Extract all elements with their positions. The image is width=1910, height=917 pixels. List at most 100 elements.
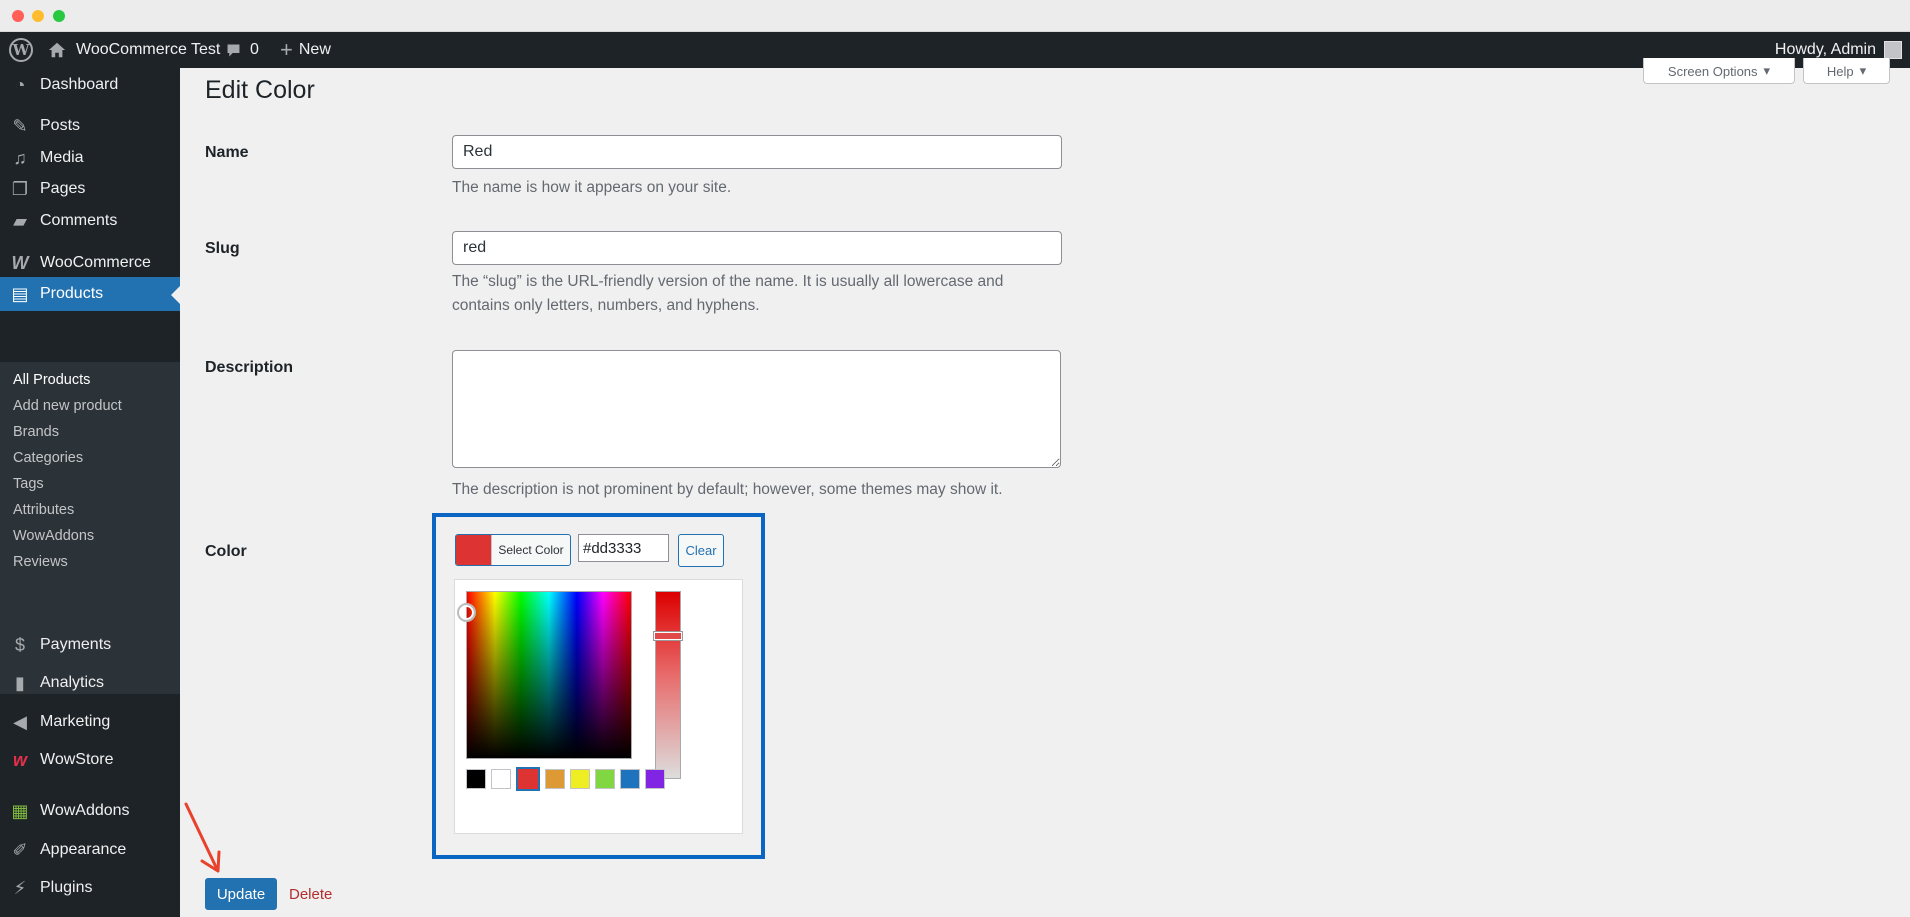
submenu-categories[interactable]: Categories xyxy=(13,450,83,466)
sidebar-item-appearance[interactable]: ✐ Appearance xyxy=(0,833,180,867)
sidebar-item-payments[interactable]: $ Payments xyxy=(0,628,180,662)
payments-icon: $ xyxy=(14,634,25,655)
sidebar-item-label: Appearance xyxy=(40,841,127,858)
color-strip-handle[interactable] xyxy=(653,631,683,641)
description-help-text: The description is not prominent by defa… xyxy=(452,481,1003,498)
pushpin-icon: ✎ xyxy=(12,115,28,136)
sidebar-item-label: WooCommerce xyxy=(40,254,151,271)
site-name-label: WooCommerce Test xyxy=(76,41,221,58)
close-window-button[interactable] xyxy=(12,10,24,22)
minimize-window-button[interactable] xyxy=(32,10,44,22)
screen-options-button[interactable]: Screen Options ▾ xyxy=(1643,58,1795,84)
marketing-icon: ◀ xyxy=(13,711,27,732)
appearance-icon: ✐ xyxy=(12,839,28,860)
chevron-down-icon: ▾ xyxy=(1859,63,1867,78)
sidebar-item-pages[interactable]: ❐ Pages xyxy=(0,172,180,206)
color-square-handle[interactable] xyxy=(457,603,476,622)
sidebar-item-label: Payments xyxy=(40,636,112,653)
delete-link[interactable]: Delete xyxy=(289,886,332,903)
sidebar-item-label: Dashboard xyxy=(40,76,119,93)
palette-swatch[interactable] xyxy=(595,769,615,789)
new-content-link[interactable]: + New xyxy=(280,32,331,68)
sidebar-item-dashboard[interactable]: ◔ Dashboard xyxy=(0,68,180,102)
select-color-label: Select Color xyxy=(498,543,564,557)
sidebar-item-plugins[interactable]: ⚡ Plugins xyxy=(0,871,180,905)
submenu-add-new-product[interactable]: Add new product xyxy=(13,398,122,414)
clear-color-button[interactable]: Clear xyxy=(678,534,724,567)
palette-swatch[interactable] xyxy=(491,769,511,789)
color-palette xyxy=(466,767,665,791)
sidebar-item-media[interactable]: ♫ Media xyxy=(0,141,180,175)
maximize-window-button[interactable] xyxy=(53,10,65,22)
palette-swatch[interactable] xyxy=(620,769,640,789)
screen-options-label: Screen Options xyxy=(1667,64,1758,79)
palette-swatch[interactable] xyxy=(545,769,565,789)
help-button[interactable]: Help ▾ xyxy=(1803,58,1890,84)
submenu-tags[interactable]: Tags xyxy=(13,476,44,492)
sidebar-item-posts[interactable]: ✎ Posts xyxy=(0,109,180,143)
color-strip[interactable] xyxy=(653,591,683,779)
submenu-wowaddons[interactable]: WowAddons xyxy=(13,528,94,544)
comments-link[interactable]: 0 xyxy=(225,32,259,68)
avatar xyxy=(1884,41,1902,59)
select-color-button[interactable]: Select Color xyxy=(455,534,571,566)
description-textarea[interactable] xyxy=(452,350,1061,468)
slug-input[interactable] xyxy=(452,231,1062,265)
submenu-brands[interactable]: Brands xyxy=(13,424,59,440)
sidebar-item-woocommerce[interactable]: W WooCommerce xyxy=(0,246,180,280)
sidebar-item-label: Marketing xyxy=(40,713,111,730)
wordpress-logo-menu[interactable]: W xyxy=(8,32,34,68)
pages-icon: ❐ xyxy=(11,178,29,199)
palette-swatch[interactable] xyxy=(645,769,665,789)
slug-help-text: The “slug” is the URL-friendly version o… xyxy=(452,273,1004,314)
palette-swatch[interactable] xyxy=(570,769,590,789)
submenu-reviews[interactable]: Reviews xyxy=(13,554,68,570)
howdy-label: Howdy, Admin xyxy=(1774,41,1876,58)
submenu-attributes[interactable]: Attributes xyxy=(13,502,74,518)
woocommerce-icon: W xyxy=(11,252,29,273)
comment-icon: ▰ xyxy=(13,210,27,231)
sidebar-item-label: WowStore xyxy=(40,751,114,768)
sidebar-item-label: Media xyxy=(40,149,84,166)
submenu-all-products[interactable]: All Products xyxy=(13,372,90,388)
plugins-icon: ⚡ xyxy=(13,877,27,898)
sidebar-item-label: WowAddons xyxy=(40,802,130,819)
description-label: Description xyxy=(205,359,294,376)
sidebar-item-wowaddons[interactable]: ▦ WowAddons xyxy=(0,794,180,828)
sidebar-item-label: Comments xyxy=(40,212,118,229)
comments-count: 0 xyxy=(250,41,259,58)
analytics-icon: ▮ xyxy=(15,672,25,693)
annotation-arrow-icon xyxy=(184,802,221,873)
sidebar-item-comments[interactable]: ▰ Comments xyxy=(0,204,180,238)
color-square[interactable] xyxy=(457,591,632,759)
main-content: Screen Options ▾ Help ▾ Edit Color Name … xyxy=(180,58,1910,917)
hex-color-input[interactable] xyxy=(578,534,669,562)
sidebar-item-analytics[interactable]: ▮ Analytics xyxy=(0,666,180,700)
name-label: Name xyxy=(205,144,249,161)
site-name-link[interactable]: WooCommerce Test xyxy=(48,32,220,68)
palette-swatch[interactable] xyxy=(466,769,486,789)
help-label: Help xyxy=(1826,64,1854,79)
chevron-down-icon: ▾ xyxy=(1763,63,1771,78)
active-menu-arrow xyxy=(171,286,180,304)
name-help-text: The name is how it appears on your site. xyxy=(452,179,732,196)
update-button[interactable]: Update xyxy=(205,878,277,910)
color-label: Color xyxy=(205,543,247,560)
browser-window: W WooCommerce Test 0 + New Howdy, Admin … xyxy=(0,0,1910,917)
color-picker-panel xyxy=(454,579,743,834)
sidebar-item-products[interactable]: ▤ Products xyxy=(0,277,180,311)
palette-swatch-selected[interactable] xyxy=(516,767,540,791)
window-titlebar xyxy=(0,0,1910,32)
sidebar-item-label: Pages xyxy=(40,180,86,197)
name-input[interactable] xyxy=(452,135,1062,169)
slug-label: Slug xyxy=(205,240,240,257)
color-picker-highlight: Select Color Clear xyxy=(432,513,765,859)
products-icon: ▤ xyxy=(11,283,29,304)
dashboard-icon: ◔ xyxy=(14,74,26,95)
wowstore-icon: w xyxy=(12,749,27,770)
sidebar-item-marketing[interactable]: ◀ Marketing xyxy=(0,705,180,739)
sidebar-item-label: Posts xyxy=(40,117,81,134)
sidebar-item-wowstore[interactable]: w WowStore xyxy=(0,743,180,777)
page-title: Edit Color xyxy=(205,76,315,104)
sidebar-item-label: Plugins xyxy=(40,879,93,896)
